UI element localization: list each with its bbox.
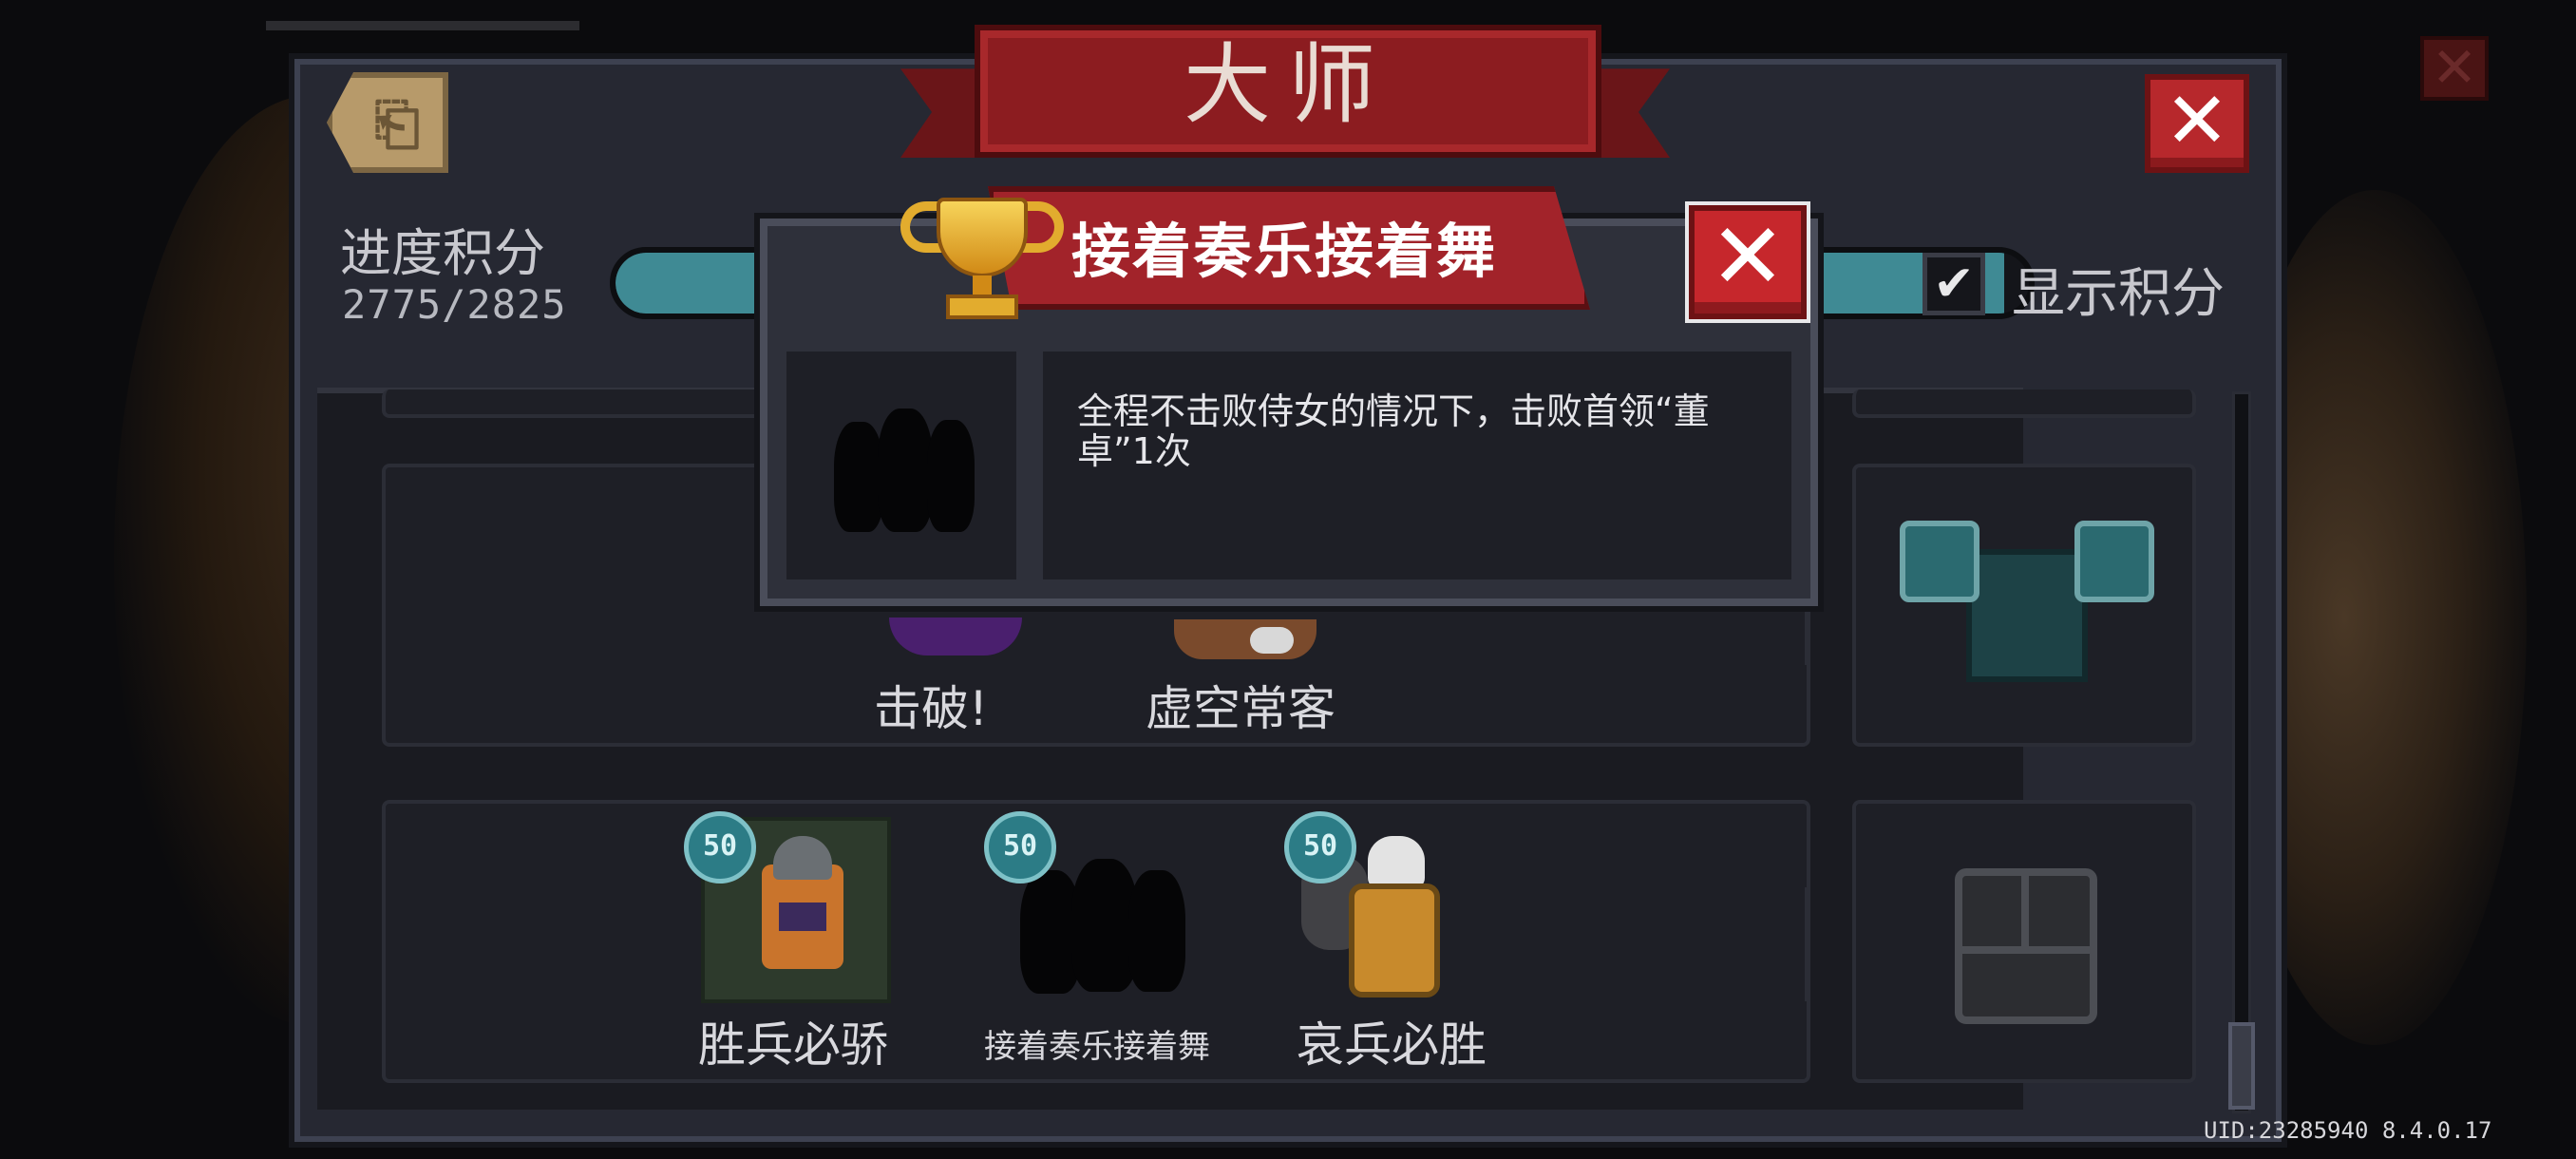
locked-chest-icon (1955, 868, 2097, 1024)
panel-close-button[interactable]: ✕ (2145, 74, 2249, 173)
open-chest-icon (1900, 521, 2154, 682)
scrollbar-thumb[interactable] (2228, 1022, 2255, 1110)
achievement-label: 虚空常客 (1146, 681, 1335, 736)
list-item-reward (1852, 390, 2196, 418)
popup-description: 全程不击败侍女的情况下，击败首领“董卓”1次 (1077, 390, 1710, 472)
uid-version-text: UID:23285940 8.4.0.17 (2204, 1117, 2492, 1144)
progress-value: 2775/2825 (342, 281, 567, 328)
background-close-icon: ✕ (2420, 36, 2489, 101)
achievement-label: 接着奏乐接着舞 (984, 1028, 1210, 1066)
achievement-label: 胜兵必骄 (698, 1017, 888, 1073)
points-badge: 50 (684, 811, 756, 884)
panel-title: 大师 (1183, 34, 1392, 136)
popup-close-button[interactable]: ✕ (1689, 205, 1807, 319)
row-divider (1805, 887, 1862, 1001)
trophy-icon (897, 190, 1068, 332)
progress-label: 进度积分 (340, 223, 545, 283)
show-points-checkbox[interactable]: ✔ (1923, 253, 1985, 315)
achievement-label: 哀兵必胜 (1297, 1017, 1487, 1073)
points-badge: 50 (1284, 811, 1356, 884)
points-badge: 50 (984, 811, 1056, 884)
show-points-label: 显示积分 (2012, 263, 2225, 325)
purple-creature-sprite-icon (889, 618, 1022, 656)
popup-title: 接着奏乐接着舞 (1071, 217, 1498, 286)
scrollbar-track[interactable] (2232, 391, 2251, 1113)
void-creature-detail-icon (1250, 627, 1294, 654)
silhouette-sprite-icon (834, 422, 883, 532)
void-creature-sprite-icon (1174, 619, 1316, 659)
achievement-label: 击破! (873, 681, 989, 736)
popup-icon-frame (783, 348, 1020, 583)
back-arrow-icon: ⎗ (374, 91, 420, 158)
